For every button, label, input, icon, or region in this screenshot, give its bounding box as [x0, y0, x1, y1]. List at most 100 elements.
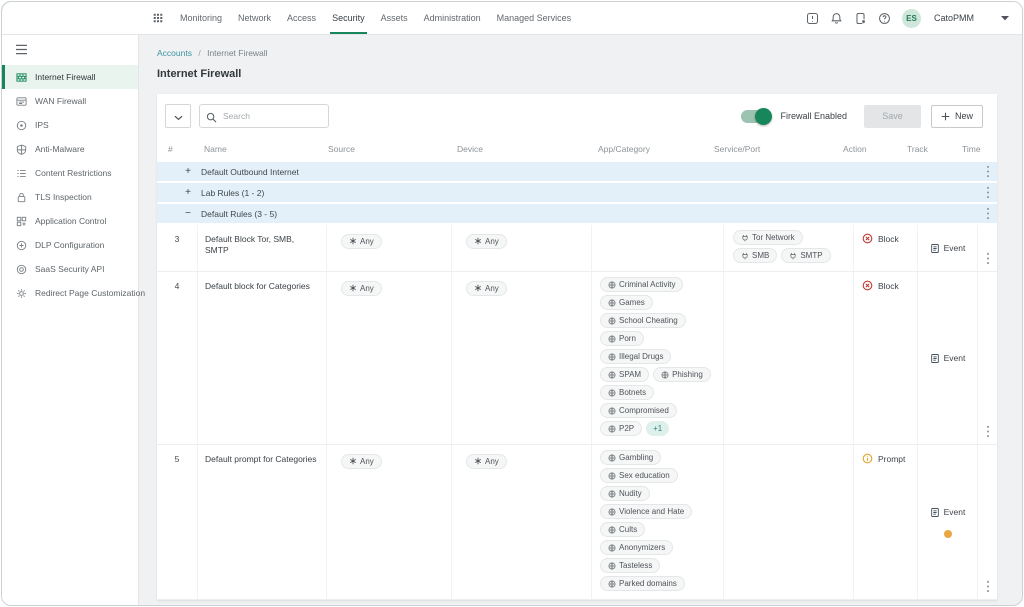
prompt-icon: [862, 453, 873, 464]
action-cell: Block: [854, 225, 918, 271]
nav-item-security[interactable]: Security: [330, 2, 367, 34]
time-cell: [978, 225, 997, 271]
sidebar-item-label: Content Restrictions: [35, 168, 112, 178]
category-icon: [608, 317, 616, 325]
sidebar-item-internet-firewall[interactable]: Internet Firewall: [2, 65, 138, 89]
avatar[interactable]: ES: [901, 8, 921, 28]
sidebar-item-saas-security-api[interactable]: SaaS Security API: [2, 257, 138, 281]
group-row-default-rules-3-5-[interactable]: − Default Rules (3 - 5): [157, 204, 997, 223]
release-notes-icon[interactable]: [854, 12, 867, 25]
gear-icon: [16, 288, 27, 299]
track-label: Event: [943, 507, 966, 517]
rules-card: Firewall Enabled Save New # Name Source Dev…: [157, 94, 997, 600]
sidebar-item-tls-inspection[interactable]: TLS Inspection: [2, 185, 138, 209]
chevron-down-icon: [173, 109, 183, 124]
sidebar-item-content-restrictions[interactable]: Content Restrictions: [2, 161, 138, 185]
rule-row-4[interactable]: 4 Default block for Categories Any Any Crimi…: [157, 272, 997, 445]
rule-kebab-icon[interactable]: [986, 580, 990, 593]
rule-kebab-icon[interactable]: [986, 252, 990, 265]
sidebar-item-label: SaaS Security API: [35, 264, 105, 274]
any-pill: Any: [466, 280, 507, 296]
nav-item-assets[interactable]: Assets: [381, 2, 408, 34]
group-kebab-icon[interactable]: [986, 207, 990, 220]
sidebar-item-dlp-configuration[interactable]: DLP Configuration: [2, 233, 138, 257]
sidebar-item-ips[interactable]: IPS: [2, 113, 138, 137]
event-icon: [930, 243, 940, 254]
app-category-cell: Criminal Activity Games School Cheating Por…: [592, 272, 724, 444]
search-icon: [206, 110, 217, 128]
save-button[interactable]: Save: [864, 104, 921, 128]
column-header-name: Name: [204, 144, 227, 154]
column-header-device: Device: [457, 144, 483, 154]
collapse-group-icon[interactable]: −: [183, 208, 193, 219]
nav-item-monitoring[interactable]: Monitoring: [180, 2, 222, 34]
nav-item-administration[interactable]: Administration: [424, 2, 481, 34]
category-icon: [608, 371, 616, 379]
rule-row-5[interactable]: 5 Default prompt for Categories Any Any Gamb…: [157, 445, 997, 600]
expand-group-icon[interactable]: +: [183, 187, 193, 198]
group-kebab-icon[interactable]: [986, 165, 990, 178]
expand-group-icon[interactable]: +: [183, 166, 193, 177]
sidebar-item-label: Internet Firewall: [35, 72, 96, 82]
category-icon: [661, 371, 669, 379]
category-icon: [608, 508, 616, 516]
shield-icon: [16, 144, 27, 155]
account-caret-down-icon[interactable]: [1001, 15, 1009, 21]
sidebar-item-redirect-page-customization[interactable]: Redirect Page Customization: [2, 281, 145, 305]
breadcrumb-accounts-link[interactable]: Accounts: [157, 48, 192, 58]
event-icon: [930, 353, 940, 364]
sidebar-item-anti-malware[interactable]: Anti-Malware: [2, 137, 138, 161]
apps-grid-icon[interactable]: [152, 12, 164, 24]
rule-name: Default Block Tor, SMB, SMTP: [198, 225, 327, 271]
dlp-icon: [16, 240, 27, 251]
alert-icon[interactable]: [806, 12, 819, 25]
category-icon: [608, 335, 616, 343]
sidebar-items: Internet Firewall WAN Firewall IPS Anti-Mal…: [2, 65, 145, 305]
amber-status-dot: [943, 529, 952, 538]
category-pill: School Cheating: [600, 313, 686, 328]
column-header--: #: [168, 144, 173, 154]
action-label: Block: [878, 233, 899, 244]
category-pill: Nudity: [600, 486, 650, 501]
block-icon: [862, 233, 873, 244]
group-kebab-icon[interactable]: [986, 186, 990, 199]
category-icon: [608, 490, 616, 498]
top-right-controls: ES CatoPMM: [806, 8, 1022, 28]
any-icon: [349, 237, 357, 245]
rule-kebab-icon[interactable]: [986, 425, 990, 438]
sidebar-item-application-control[interactable]: Application Control: [2, 209, 138, 233]
category-pill: Anonymizers: [600, 540, 674, 555]
firewall-enabled-toggle[interactable]: [741, 107, 773, 125]
category-pill: Criminal Activity: [600, 277, 684, 292]
time-cell: [978, 445, 997, 599]
block-icon: [862, 280, 873, 291]
top-bar: Monitoring Network Access Security Assets Adm…: [2, 2, 1022, 35]
notifications-bell-icon[interactable]: [830, 12, 843, 25]
column-header-action: Action: [843, 144, 867, 154]
sidebar-item-label: Anti-Malware: [35, 144, 85, 154]
nav-item-access[interactable]: Access: [287, 2, 316, 34]
target-icon: [16, 264, 27, 275]
new-rule-button[interactable]: New: [931, 104, 983, 128]
filter-dropdown-button[interactable]: [165, 104, 191, 128]
rules-body: + Default Outbound Internet + Lab Rules (1 …: [157, 162, 997, 600]
app-category-cell: Gambling Sex education Nudity Violence and …: [592, 445, 724, 599]
group-row-lab-rules-1-2-[interactable]: + Lab Rules (1 - 2): [157, 183, 997, 202]
column-header-app-category: App/Category: [598, 144, 650, 154]
lock-icon: [16, 192, 27, 203]
search-input[interactable]: [199, 104, 329, 128]
category-pill: Violence and Hate: [600, 504, 693, 519]
nav-item-network[interactable]: Network: [238, 2, 271, 34]
nav-item-managed-services[interactable]: Managed Services: [497, 2, 572, 34]
category-icon: [608, 454, 616, 462]
rule-name: Default block for Categories: [198, 272, 327, 444]
column-header-service-port: Service/Port: [714, 144, 761, 154]
account-name[interactable]: CatoPMM: [934, 13, 974, 23]
sidebar-item-wan-firewall[interactable]: WAN Firewall: [2, 89, 138, 113]
rule-row-3[interactable]: 3 Default Block Tor, SMB, SMTP Any Any Tor N…: [157, 225, 997, 272]
help-icon[interactable]: [878, 12, 891, 25]
overflow-badge[interactable]: +1: [646, 421, 670, 436]
group-row-default-outbound-internet[interactable]: + Default Outbound Internet: [157, 162, 997, 181]
hamburger-menu-icon[interactable]: [15, 44, 28, 55]
table-header-row: # Name Source Device App/Category Service/Por…: [157, 138, 997, 160]
